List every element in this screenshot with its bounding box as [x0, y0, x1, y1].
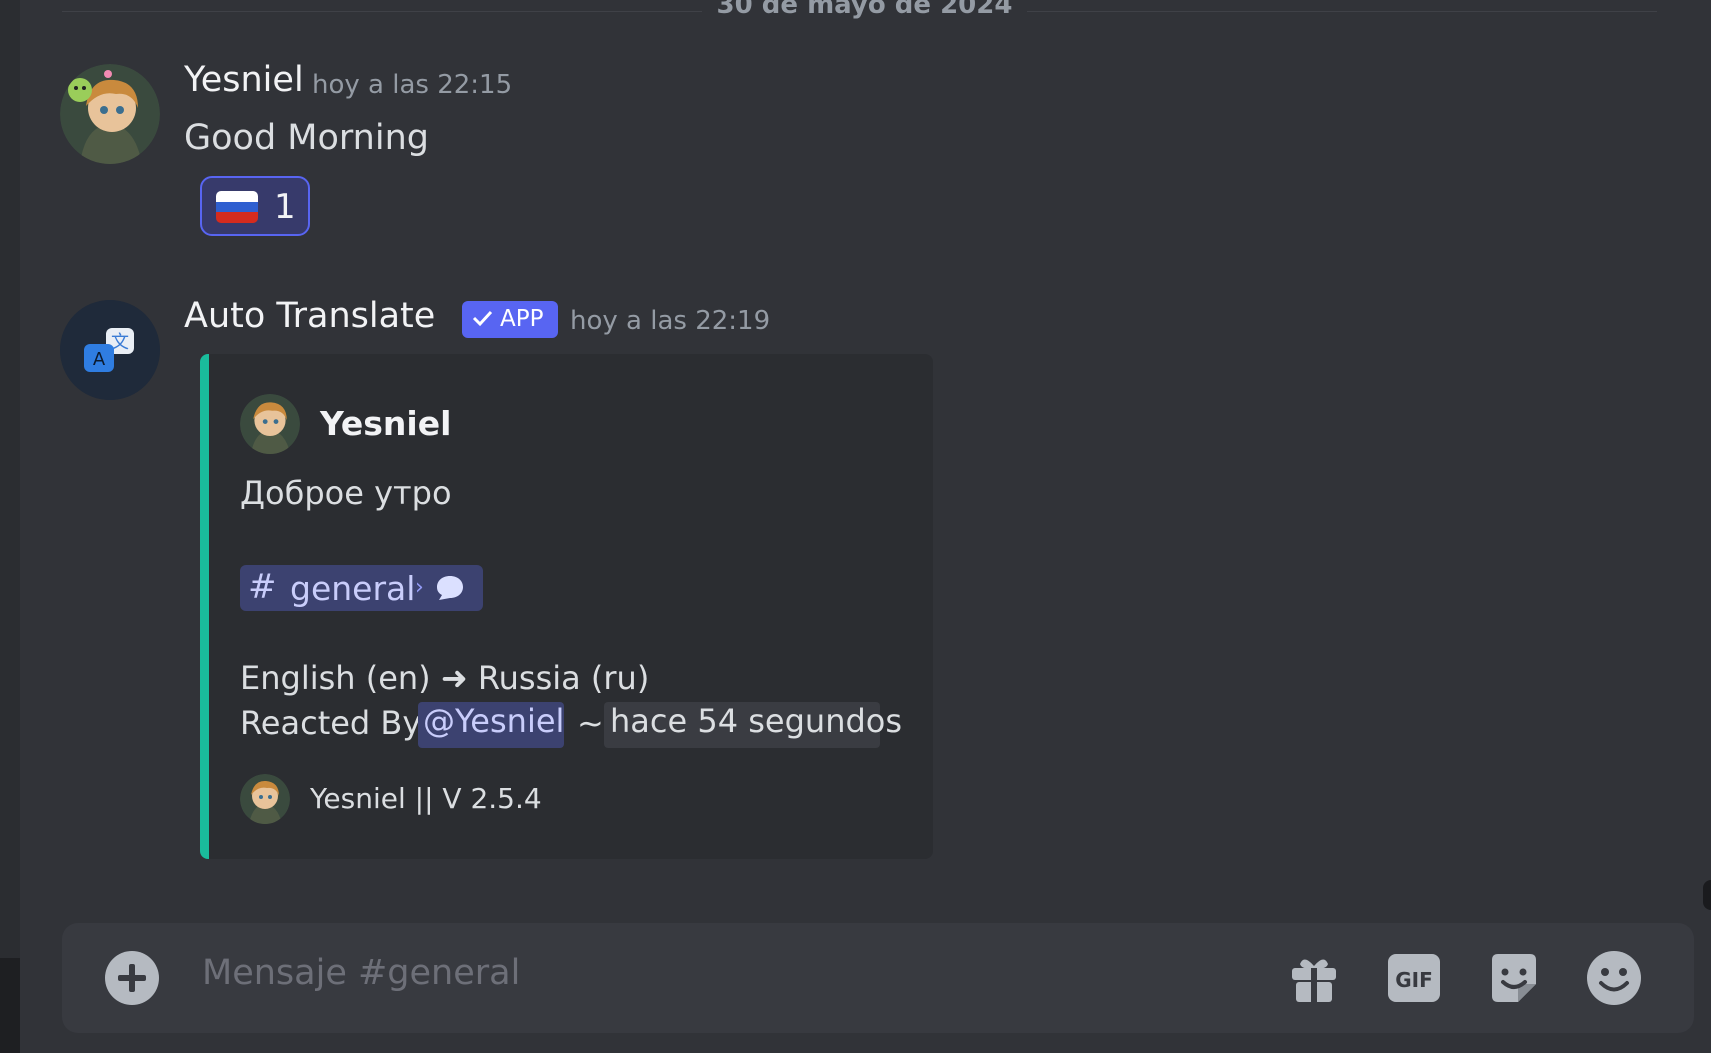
reaction-count: 1: [274, 187, 296, 227]
channel-hash-icon: #: [248, 567, 277, 607]
embed-footer-avatar: [240, 774, 290, 824]
translation-embed: Yesniel Доброе утро # general › English …: [200, 354, 933, 859]
scrollbar-thumb[interactable]: [1703, 880, 1711, 910]
embed-author-avatar: [240, 394, 300, 454]
message-timestamp: hoy a las 22:19: [570, 306, 771, 336]
date-divider-text: 30 de mayo de 2024: [716, 0, 1013, 20]
message-input[interactable]: Mensaje #general: [202, 953, 520, 993]
reaction-button[interactable]: 1: [200, 176, 310, 236]
russia-flag-icon: [216, 191, 258, 223]
verified-check-icon: [470, 306, 494, 336]
embed-accent-bar: [200, 354, 209, 859]
relative-time: hace 54 segundos: [604, 702, 902, 748]
bot-avatar[interactable]: 文 A: [60, 300, 160, 400]
embed-description: Доброе утро: [240, 474, 452, 512]
message-text: Good Morning: [184, 118, 429, 158]
gift-button[interactable]: [1286, 950, 1342, 1006]
svg-text:A: A: [93, 349, 106, 370]
divider-line: [62, 11, 702, 12]
user-avatar[interactable]: [60, 64, 160, 164]
separator: ~: [577, 704, 604, 742]
chevron-right-icon: ›: [415, 575, 424, 600]
reacted-by-line: Reacted By @Yesniel ~ hace 54 segundos: [240, 702, 902, 750]
channel-link[interactable]: # general ›: [240, 565, 483, 611]
gif-button[interactable]: GIF: [1386, 950, 1442, 1006]
reacted-by-label: Reacted By: [240, 704, 422, 742]
emoji-button[interactable]: [1586, 950, 1642, 1006]
svg-text:GIF: GIF: [1395, 968, 1433, 992]
message-bubble-icon: [435, 574, 465, 606]
emoji-icon: [1586, 951, 1642, 1010]
translation-languages: English (en) ➜ Russia (ru): [240, 659, 650, 697]
embed-footer-text: Yesniel || V 2.5.4: [310, 782, 542, 815]
message-author[interactable]: Yesniel: [184, 60, 304, 100]
sticker-button[interactable]: [1486, 950, 1542, 1006]
app-badge: APP: [462, 301, 558, 338]
gif-icon: GIF: [1386, 954, 1442, 1010]
sidebar-edge: [0, 0, 20, 1053]
gift-icon: [1286, 959, 1342, 1010]
embed-author-name: Yesniel: [320, 404, 452, 443]
add-circle-icon: [104, 951, 160, 1010]
sticker-icon: [1486, 954, 1542, 1010]
message-composer: Mensaje #general GIF: [62, 923, 1694, 1033]
date-divider: 30 de mayo de 2024: [62, 0, 1657, 24]
channel-link-name: general: [290, 569, 416, 608]
add-attachment-button[interactable]: [104, 950, 160, 1006]
message-timestamp: hoy a las 22:15: [312, 70, 513, 100]
message-author[interactable]: Auto Translate: [184, 296, 435, 336]
sidebar-edge-lower: [0, 958, 20, 1053]
chat-area: 30 de mayo de 2024 Yesniel hoy a las 22:…: [20, 0, 1711, 1053]
app-badge-label: APP: [500, 306, 544, 332]
user-mention[interactable]: @Yesniel: [418, 702, 564, 748]
divider-line: [1027, 11, 1657, 12]
